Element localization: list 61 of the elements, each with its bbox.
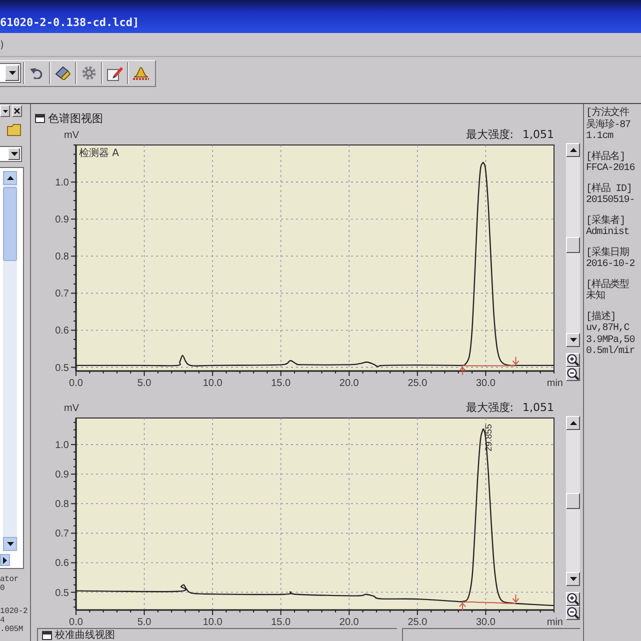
tick-label: 1.0	[55, 440, 69, 452]
tick-label: 0.7	[55, 528, 69, 540]
info-label: [样品类型	[586, 280, 630, 290]
tick-label: 15.0	[271, 617, 291, 628]
tick-label: 1.0	[55, 178, 69, 189]
max-intensity-value: 1,051	[522, 401, 554, 414]
tick-label: 25.0	[408, 378, 428, 389]
info-label: [采集日期	[586, 248, 630, 259]
axis-label: mV	[64, 130, 79, 141]
info-value: 3.9MPa,50	[586, 334, 635, 346]
tick-label: 0.8	[55, 252, 69, 263]
info-value: FFCA-2016	[586, 163, 635, 174]
info-value: 1.1cm	[586, 131, 614, 142]
info-value: Administ	[586, 227, 630, 238]
info-value: 未知	[586, 291, 605, 302]
info-value: 吴海珍-87	[586, 120, 630, 131]
info-label: [采集者]	[586, 216, 626, 226]
list-text: ator	[0, 575, 18, 584]
axis-label: min	[546, 617, 563, 628]
tick-label: 0.5	[55, 362, 69, 374]
window-title: 61020-2-0.138-cd.lcd]	[0, 16, 140, 29]
list-text: .005M	[0, 625, 24, 634]
max-intensity-value: 1,051	[522, 128, 554, 141]
max-intensity-label: 最大强度:	[466, 128, 514, 141]
peak-label: 29.855	[484, 424, 494, 452]
tick-label: 30.0	[476, 378, 496, 389]
tick-label: 5.0	[137, 378, 152, 389]
list-text: 4	[0, 616, 5, 625]
tick-label: 30.0	[476, 617, 496, 628]
tick-label: 0.0	[69, 378, 83, 389]
axis-label: min	[546, 378, 563, 389]
info-value: 0.5ml/mir	[586, 346, 635, 358]
tick-label: 0.0	[69, 617, 83, 628]
list-text: 0	[0, 584, 5, 593]
tick-label: 10.0	[202, 378, 222, 389]
tick-label: 10.0	[202, 617, 222, 628]
panel-title: 校准曲线视图	[55, 630, 115, 641]
tick-label: 0.7	[55, 288, 69, 300]
info-label: [描述]	[586, 312, 616, 323]
info-label: [样品名]	[586, 152, 626, 163]
info-value: 2016-10-2	[586, 259, 635, 270]
max-intensity-label: 最大强度:	[466, 401, 514, 414]
tick-label: 0.6	[55, 558, 69, 570]
tick-label: 15.0	[271, 378, 291, 389]
tick-label: 20.0	[339, 617, 359, 628]
tick-label: 5.0	[137, 617, 152, 628]
panel-title: 色谱图视图	[48, 110, 103, 126]
tick-label: 0.9	[55, 214, 69, 226]
tick-label: 25.0	[408, 617, 428, 628]
info-value: uv,87H,C	[586, 323, 630, 334]
tick-label: 0.5	[55, 588, 69, 599]
info-value: 20150519-	[586, 195, 635, 206]
tick-label: 20.0	[339, 378, 359, 389]
tick-label: 0.6	[55, 326, 69, 337]
tick-label: 0.9	[55, 470, 69, 481]
tick-label: 0.8	[55, 499, 69, 510]
axis-label: mV	[64, 403, 79, 414]
series-label: 检测器 A	[79, 148, 120, 159]
info-label: [方法文件	[586, 108, 630, 119]
info-label: [样品 ID]	[586, 184, 632, 195]
list-text: 1020-2	[0, 607, 28, 616]
